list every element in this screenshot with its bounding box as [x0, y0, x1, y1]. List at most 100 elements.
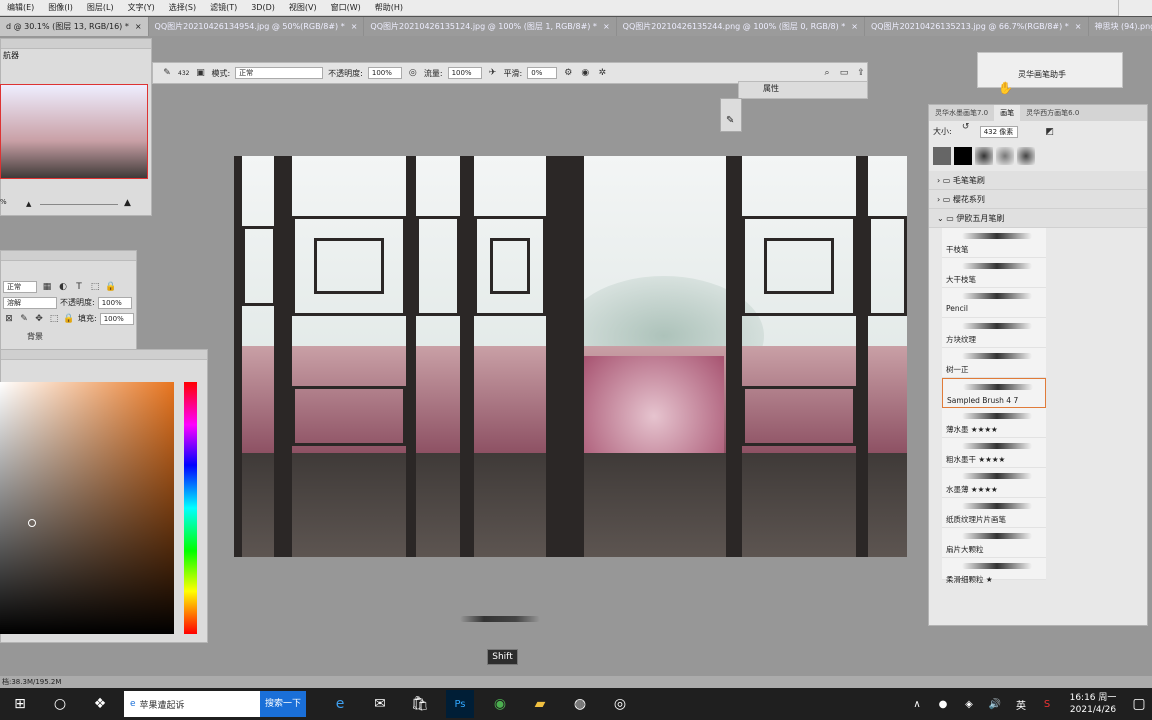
- network-icon[interactable]: ◈: [962, 690, 976, 718]
- share-icon[interactable]: ⇪: [855, 67, 867, 79]
- store-icon[interactable]: 🛍: [406, 690, 434, 718]
- windows-icon[interactable]: ⊞: [6, 690, 34, 718]
- menu-3d[interactable]: 3D(D): [244, 0, 282, 16]
- brush-item[interactable]: 柔滑细颗粒 ★: [942, 558, 1046, 584]
- brush-panel-toggle-icon[interactable]: ▣: [194, 67, 206, 79]
- brush-item[interactable]: 粗水墨干 ★★★★: [942, 438, 1046, 468]
- lock-all-icon[interactable]: 🔒: [63, 313, 75, 325]
- menu-help[interactable]: 帮助(H): [368, 0, 410, 16]
- recent-brush-3[interactable]: [975, 147, 993, 165]
- symmetry-icon[interactable]: ✲: [596, 67, 608, 79]
- tab-document-4[interactable]: QQ图片20210426135244.png @ 100% (图层 0, RGB…: [616, 17, 865, 36]
- pressure-opacity-icon[interactable]: ◎: [407, 67, 419, 79]
- brush-settings-float[interactable]: ✎: [720, 98, 742, 132]
- menu-layer[interactable]: 图层(L): [80, 0, 121, 16]
- zoom-in-icon[interactable]: ▲: [124, 198, 131, 208]
- close-icon[interactable]: ×: [1075, 22, 1082, 31]
- menu-filter[interactable]: 滤镜(T): [203, 0, 244, 16]
- smoothing-input[interactable]: 0%: [527, 67, 558, 79]
- recent-brush-5[interactable]: [1017, 147, 1035, 165]
- navigator-thumbnail[interactable]: [0, 84, 148, 179]
- smart-filter-icon[interactable]: 🔒: [105, 281, 117, 293]
- brush-preset-icon[interactable]: ✎: [161, 67, 173, 79]
- wechat-icon[interactable]: ●: [936, 690, 950, 718]
- file-explorer-icon[interactable]: ▰: [526, 690, 554, 718]
- brush-item-selected[interactable]: Sampled Brush 4 7: [942, 378, 1046, 408]
- sogou-icon[interactable]: S: [1040, 690, 1054, 718]
- navigator-zoom-value[interactable]: %: [0, 198, 7, 206]
- brush-item[interactable]: 薄水墨 ★★★★: [942, 408, 1046, 438]
- gear-icon[interactable]: ⚙: [562, 67, 574, 79]
- blend-mode-select[interactable]: 溶解: [3, 297, 57, 309]
- search-box[interactable]: e 苹果遭起诉: [124, 691, 260, 717]
- window-controls[interactable]: [1118, 0, 1152, 16]
- lock-pixels-icon[interactable]: ⊠: [3, 313, 15, 325]
- layer-opacity-input[interactable]: 100%: [97, 297, 132, 309]
- adjust-filter-icon[interactable]: ◐: [57, 281, 69, 293]
- brush-folder-2[interactable]: › ▭ 樱花系列: [929, 190, 1147, 209]
- close-icon[interactable]: ×: [135, 22, 142, 31]
- tab-document-2[interactable]: QQ图片20210426134954.jpg @ 50%(RGB/8#) * ×: [148, 17, 365, 36]
- app-icon[interactable]: ◉: [486, 690, 514, 718]
- workspace-icon[interactable]: ▭: [838, 67, 850, 79]
- notification-icon[interactable]: ▢: [1132, 690, 1146, 718]
- tab-western-brushes[interactable]: 灵华西方画笔6.0: [1020, 105, 1085, 121]
- tab-document-1[interactable]: d @ 30.1% (图层 13, RGB/16) * ×: [0, 17, 149, 36]
- menu-view[interactable]: 视图(V): [282, 0, 324, 16]
- hue-slider[interactable]: [184, 382, 197, 634]
- opacity-input[interactable]: 100%: [367, 67, 402, 79]
- size-input[interactable]: 432 像素: [979, 126, 1018, 138]
- tab-brushes[interactable]: 画笔: [994, 105, 1021, 121]
- search-icon[interactable]: ⌕: [821, 67, 833, 79]
- brush-helper-panel[interactable]: ✋ 灵华画笔助手: [977, 52, 1123, 95]
- recent-brush-4[interactable]: [996, 147, 1014, 165]
- edit-brush-icon[interactable]: ◩: [1044, 126, 1056, 138]
- search-button[interactable]: 搜索一下: [260, 691, 306, 717]
- brush-item[interactable]: 纸质纹理片片画笔: [942, 498, 1046, 528]
- brush-item[interactable]: 方块纹理: [942, 318, 1046, 348]
- zoom-slider[interactable]: [40, 204, 118, 205]
- photoshop-icon[interactable]: Ps: [446, 690, 474, 718]
- brush-item[interactable]: 干枝笔: [942, 228, 1046, 258]
- properties-panel-chip[interactable]: 属性: [738, 81, 868, 99]
- document-canvas[interactable]: [234, 156, 907, 557]
- lock-move-icon[interactable]: ✥: [33, 313, 45, 325]
- mode-select[interactable]: 正常: [235, 67, 324, 79]
- fill-input[interactable]: 100%: [99, 313, 134, 325]
- brush-item[interactable]: 树一正: [942, 348, 1046, 378]
- shape-filter-icon[interactable]: ⬚: [89, 281, 101, 293]
- type-filter-icon[interactable]: T: [73, 281, 85, 293]
- lock-artboard-icon[interactable]: ⬚: [48, 313, 60, 325]
- layer-row-background[interactable]: 背景: [1, 327, 136, 346]
- zoom-out-icon[interactable]: ▲: [26, 200, 31, 208]
- brush-folder-3[interactable]: ⌄ ▭ 伊欧五月笔刷: [929, 209, 1147, 228]
- mail-icon[interactable]: ✉: [366, 690, 394, 718]
- menu-window[interactable]: 窗口(W): [324, 0, 368, 16]
- color-cursor[interactable]: [28, 519, 36, 527]
- close-icon[interactable]: ×: [603, 22, 610, 31]
- clock[interactable]: 16:16 周一 2021/4/26: [1060, 692, 1126, 716]
- tab-document-5[interactable]: QQ图片20210426135213.jpg @ 66.7%(RGB/8#) *…: [865, 17, 1089, 36]
- edge-browser-icon[interactable]: e: [326, 690, 354, 718]
- tab-ink-brushes[interactable]: 灵华水墨画笔7.0: [929, 105, 994, 121]
- close-icon[interactable]: ×: [851, 22, 858, 31]
- layer-filter-select[interactable]: 正常: [3, 281, 37, 293]
- color-field[interactable]: [0, 382, 174, 634]
- lock-brush-icon[interactable]: ✎: [18, 313, 30, 325]
- recent-brush-2[interactable]: [954, 147, 972, 165]
- image-filter-icon[interactable]: ▦: [41, 281, 53, 293]
- flow-input[interactable]: 100%: [447, 67, 482, 79]
- pressure-size-icon[interactable]: ◉: [579, 67, 591, 79]
- recent-brush-1[interactable]: [933, 147, 951, 165]
- close-icon[interactable]: ×: [351, 22, 358, 31]
- tray-chevron-icon[interactable]: ∧: [910, 690, 924, 718]
- avatar-app-icon[interactable]: ◍: [566, 690, 594, 718]
- ime-icon[interactable]: 英: [1014, 690, 1028, 718]
- menu-select[interactable]: 选择(S): [162, 0, 203, 16]
- brush-item[interactable]: 扇片大颗粒: [942, 528, 1046, 558]
- brush-item[interactable]: 水墨薄 ★★★★: [942, 468, 1046, 498]
- menu-type[interactable]: 文字(Y): [121, 0, 162, 16]
- reset-icon[interactable]: ↺: [960, 121, 972, 133]
- volume-icon[interactable]: 🔊: [988, 690, 1002, 718]
- tab-document-3[interactable]: QQ图片20210426135124.jpg @ 100% (图层 1, RGB…: [364, 17, 617, 36]
